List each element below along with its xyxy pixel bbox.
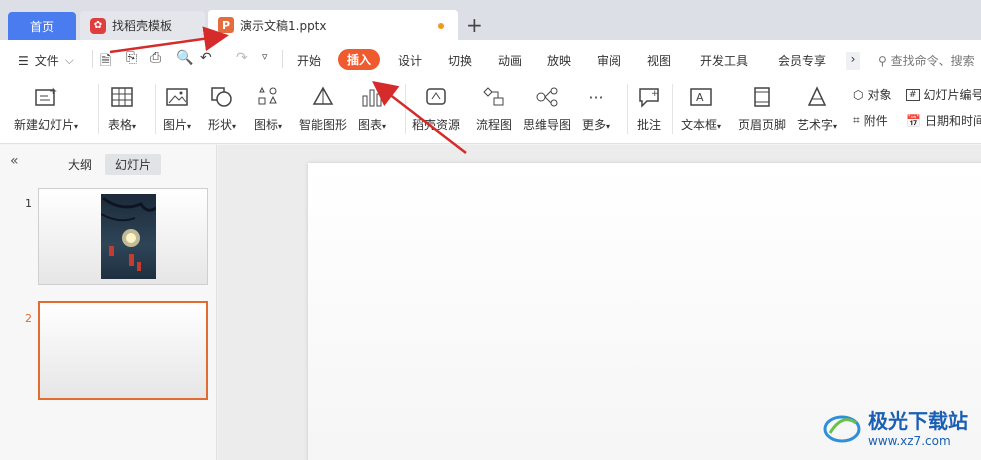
annotation-arrows	[109, 26, 467, 154]
watermark: 极光下载站 www.xz7.com	[822, 405, 968, 448]
arrow-to-insert-menu	[372, 80, 467, 154]
arrow-to-document-tab	[109, 26, 229, 54]
watermark-url: www.xz7.com	[868, 434, 951, 448]
watermark-logo-icon	[823, 415, 861, 442]
watermark-title: 极光下载站	[868, 409, 968, 433]
